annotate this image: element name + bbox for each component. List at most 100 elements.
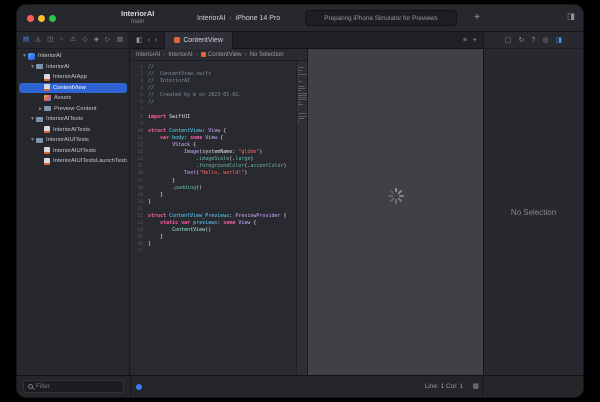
disclosure-icon[interactable]: ▾ bbox=[29, 64, 36, 70]
minimap-line bbox=[298, 86, 305, 87]
line-number-gutter: 1234567891011121314151617181920212223242… bbox=[131, 61, 145, 375]
adjust-editor-options-icon[interactable]: ≡ bbox=[463, 37, 467, 44]
filter-input[interactable] bbox=[36, 383, 119, 390]
jumpbar-segment-label: InteriorAI bbox=[168, 52, 192, 58]
disclosure-icon[interactable]: ▾ bbox=[29, 137, 36, 143]
jumpbar-segment[interactable]: ContentView bbox=[201, 52, 242, 58]
line-number: 7 bbox=[131, 107, 143, 114]
forward-icon[interactable]: › bbox=[155, 37, 157, 44]
sidebar-item-label: InteriorAI bbox=[38, 53, 62, 59]
code-line[interactable]: static var previews: some View { bbox=[148, 220, 296, 227]
loading-spinner bbox=[388, 188, 404, 204]
spinner-spoke bbox=[397, 189, 402, 194]
code-line[interactable]: struct ContentView: View { bbox=[148, 128, 296, 135]
issue-navigator[interactable]: ⚠ bbox=[70, 37, 76, 44]
disclosure-icon[interactable]: ▸ bbox=[37, 106, 44, 112]
sidebar-item-interioraiuitestslaunchtests[interactable]: InteriorAIUITestsLaunchTests bbox=[19, 156, 127, 167]
code-editor[interactable]: //// ContentView.swift// InteriorAI//// … bbox=[145, 61, 296, 375]
sidebar-item-interioraiuitests[interactable]: ▾ InteriorAIUITests bbox=[19, 135, 127, 146]
code-line[interactable]: } bbox=[148, 241, 296, 248]
project-navigator[interactable]: ▤ bbox=[23, 37, 29, 44]
sidebar-item-interioraitests[interactable]: ▾InteriorAITests bbox=[19, 114, 127, 125]
minimap-line bbox=[298, 88, 305, 89]
sidebar-item-interioraiuitests[interactable]: InteriorAIUITests bbox=[19, 146, 127, 157]
close-button[interactable] bbox=[27, 15, 34, 22]
symbol-navigator[interactable]: ◫ bbox=[47, 37, 53, 44]
tab-contentview[interactable]: ContentView bbox=[164, 32, 233, 49]
line-number: 13 bbox=[131, 149, 143, 156]
inspector-body: No Selection bbox=[484, 49, 583, 375]
code-line[interactable]: .imageScale(.large) bbox=[148, 156, 296, 163]
source-editor: InteriorAI›InteriorAI›ContentView›No Sel… bbox=[131, 49, 307, 375]
jumpbar-segment[interactable]: InteriorAI bbox=[168, 52, 192, 58]
code-line[interactable] bbox=[148, 107, 296, 114]
library-button[interactable]: + bbox=[469, 10, 485, 26]
code-line[interactable]: // InteriorAI bbox=[148, 78, 296, 85]
code-line[interactable]: ContentView() bbox=[148, 227, 296, 234]
code-line[interactable]: // bbox=[148, 85, 296, 92]
spinner-spoke bbox=[397, 197, 402, 202]
code-line[interactable]: Text("Hello, world!") bbox=[148, 170, 296, 177]
code-line[interactable]: } bbox=[148, 192, 296, 199]
code-line[interactable] bbox=[148, 206, 296, 213]
code-line[interactable]: .foregroundColor(.accentColor) bbox=[148, 163, 296, 170]
back-icon[interactable]: ‹ bbox=[148, 37, 150, 44]
file-inspector-icon[interactable]: ▢ bbox=[505, 37, 512, 44]
jumpbar-segment[interactable]: InteriorAI bbox=[136, 52, 160, 58]
code-line[interactable]: .padding() bbox=[148, 185, 296, 192]
disclosure-icon[interactable]: ▾ bbox=[21, 53, 28, 59]
line-number: 21 bbox=[131, 206, 143, 213]
code-line[interactable]: // ContentView.swift bbox=[148, 71, 296, 78]
test-navigator[interactable]: ◇ bbox=[82, 37, 87, 44]
add-editor-icon[interactable]: + bbox=[473, 37, 477, 44]
code-line[interactable]: } bbox=[148, 178, 296, 185]
related-items-icon[interactable]: ◧ bbox=[136, 37, 143, 44]
inspector-toggle-icon[interactable]: ◨ bbox=[567, 11, 575, 22]
code-line[interactable] bbox=[148, 121, 296, 128]
source-control-navigator[interactable]: ◬ bbox=[36, 37, 41, 44]
sidebar-item-label: InteriorAIUITests bbox=[46, 137, 89, 143]
code-line[interactable]: struct ContentView_Previews: PreviewProv… bbox=[148, 213, 296, 220]
history-inspector-icon[interactable]: ↻ bbox=[519, 37, 525, 44]
minimap-line bbox=[298, 97, 307, 98]
minimap-line bbox=[298, 76, 299, 77]
run-destination-selector[interactable]: iPhone 14 Pro bbox=[236, 15, 280, 22]
code-line[interactable]: var body: some View { bbox=[148, 135, 296, 142]
quick-help-inspector-icon[interactable]: ? bbox=[531, 37, 535, 44]
find-navigator[interactable]: ○ bbox=[60, 37, 64, 44]
sidebar-item-contentview[interactable]: ContentView bbox=[19, 83, 127, 94]
project-title: InteriorAI bbox=[121, 9, 154, 18]
code-line[interactable]: Image(systemName: "globe") bbox=[148, 149, 296, 156]
breakpoint-navigator[interactable]: ▷ bbox=[105, 37, 110, 44]
report-navigator[interactable]: ▥ bbox=[117, 37, 123, 44]
window-title-block: InteriorAI main bbox=[121, 9, 154, 26]
zoom-button[interactable] bbox=[49, 15, 56, 22]
sidebar-item-interioraitests[interactable]: InteriorAITests bbox=[19, 125, 127, 136]
line-number: 20 bbox=[131, 199, 143, 206]
line-number: 8 bbox=[131, 114, 143, 121]
code-line[interactable]: } bbox=[148, 234, 296, 241]
sidebar-item-interioraiapp[interactable]: InteriorAIApp bbox=[19, 72, 127, 83]
code-line[interactable]: // bbox=[148, 64, 296, 71]
code-line[interactable]: } bbox=[148, 199, 296, 206]
debug-navigator[interactable]: ◈ bbox=[94, 37, 99, 44]
attributes-inspector-icon[interactable]: ◨ bbox=[555, 37, 562, 44]
minimize-button[interactable] bbox=[38, 15, 45, 22]
sidebar-item-preview-content[interactable]: ▸Preview Content bbox=[19, 104, 127, 115]
accessibility-inspector-icon[interactable]: ◎ bbox=[542, 37, 548, 44]
jumpbar-segment[interactable]: No Selection bbox=[250, 52, 284, 58]
code-line[interactable]: // bbox=[148, 99, 296, 106]
editor-options-icon[interactable]: ▦ bbox=[472, 382, 479, 390]
sidebar-item-interiorai[interactable]: ▾InteriorAI bbox=[19, 62, 127, 73]
code-line[interactable]: VStack { bbox=[148, 142, 296, 149]
code-line[interactable]: // Created by m on 2023-01-02. bbox=[148, 92, 296, 99]
disclosure-icon[interactable]: ▾ bbox=[29, 116, 36, 122]
jumpbar-segment-label: ContentView bbox=[208, 52, 242, 58]
sidebar-item-assets[interactable]: Assets bbox=[19, 93, 127, 104]
minimap[interactable] bbox=[296, 61, 307, 375]
code-line[interactable]: import SwiftUI bbox=[148, 114, 296, 121]
code-line[interactable] bbox=[148, 248, 296, 255]
scheme-selector[interactable]: InteriorAI bbox=[197, 15, 225, 22]
sidebar-item-interiorai[interactable]: ▾ InteriorAI bbox=[19, 51, 127, 62]
filter-field[interactable] bbox=[23, 380, 124, 393]
